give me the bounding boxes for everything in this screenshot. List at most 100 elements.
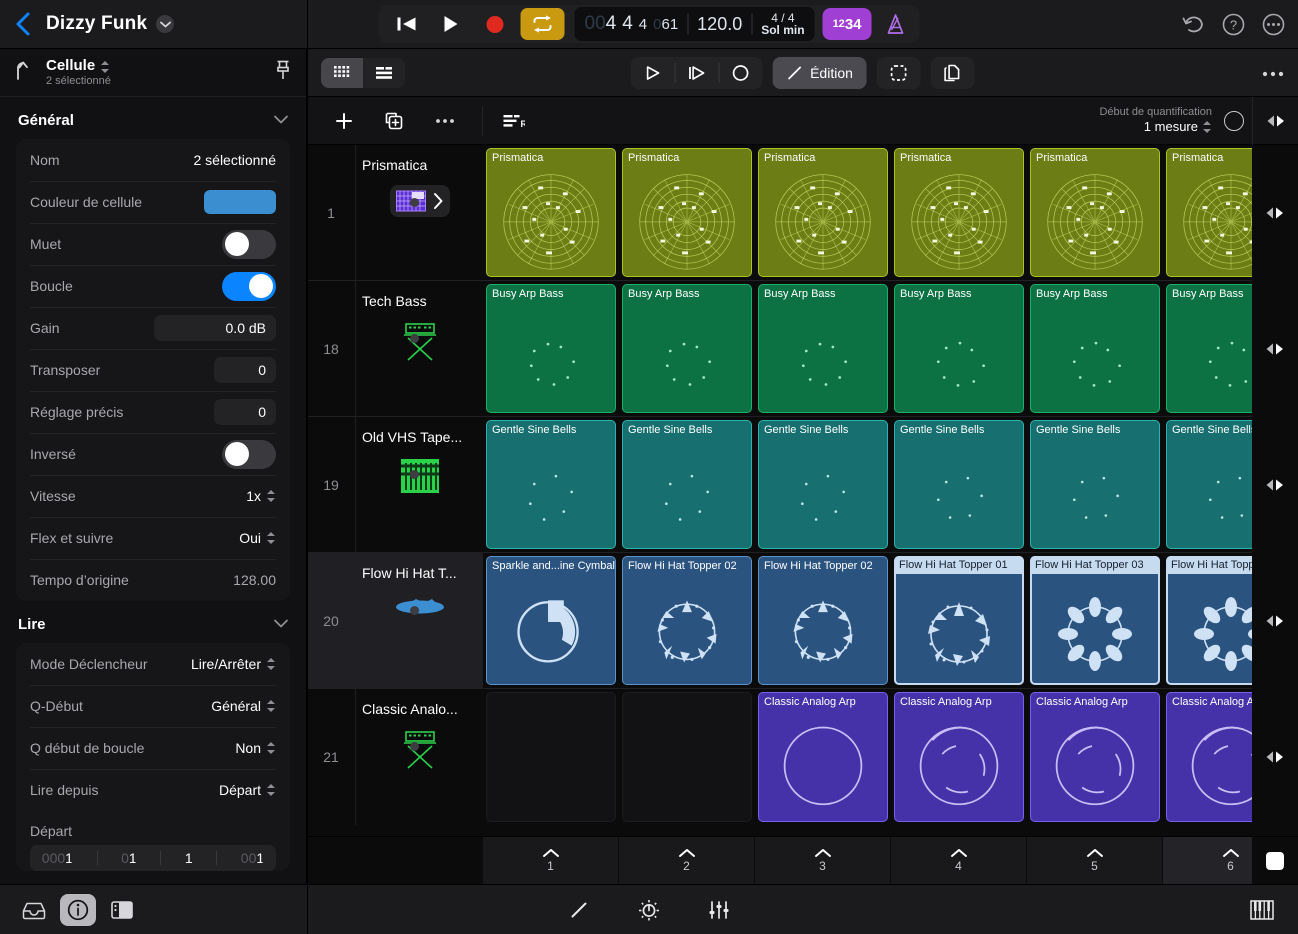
cell[interactable]: Flow Hi Hat Topper 02: [619, 553, 755, 688]
cell[interactable]: Prismatica: [619, 145, 755, 280]
track-header[interactable]: Old VHS Tape...: [355, 417, 483, 552]
cell[interactable]: Flow Hi Hat Topper 03: [1027, 553, 1163, 688]
cell[interactable]: Prismatica: [483, 145, 619, 280]
list-view-icon[interactable]: [363, 58, 405, 88]
row-play-stop-button[interactable]: [1252, 145, 1298, 281]
row-play-stop-button[interactable]: [1252, 417, 1298, 553]
field-transposer[interactable]: 0: [214, 357, 276, 383]
count-in-button[interactable]: 1234: [823, 8, 872, 40]
track-row[interactable]: 18 Tech Bass: [307, 281, 1252, 417]
cell[interactable]: Gentle Sine Bells: [1027, 417, 1163, 552]
cell[interactable]: Gentle Sine Bells: [755, 417, 891, 552]
record-circle-icon[interactable]: [1224, 111, 1244, 131]
section-header-lire[interactable]: Lire: [0, 601, 306, 643]
cell[interactable]: Classic Analog Arp: [1027, 689, 1163, 825]
cell[interactable]: Prismatica: [891, 145, 1027, 280]
row-boucle[interactable]: Boucle: [16, 265, 290, 307]
scene-button[interactable]: 1: [483, 837, 619, 884]
toggle-muet[interactable]: [222, 230, 276, 259]
toggle-boucle[interactable]: [222, 272, 276, 301]
cell[interactable]: Flow Hi Hat Topper 02: [755, 553, 891, 688]
cell-color-swatch[interactable]: [204, 190, 276, 214]
section-header-general[interactable]: Général: [0, 97, 306, 139]
row-muet[interactable]: Muet: [16, 223, 290, 265]
scene-button[interactable]: 3: [755, 837, 891, 884]
row-gain[interactable]: Gain 0.0 dB: [16, 307, 290, 349]
field-gain[interactable]: 0.0 dB: [154, 315, 276, 341]
row-reglage-precis[interactable]: Réglage précis 0: [16, 391, 290, 433]
more-options-icon[interactable]: [1258, 9, 1288, 39]
cell[interactable]: Sparkle and...ine Cymbal: [483, 553, 619, 688]
toggle-inverse[interactable]: [222, 440, 276, 469]
metronome-button[interactable]: [878, 8, 914, 40]
undo-icon[interactable]: [1178, 9, 1208, 39]
stepper-qboucle-icon[interactable]: [267, 741, 276, 755]
cell[interactable]: Prismatica: [1027, 145, 1163, 280]
info-inspector-icon[interactable]: [60, 894, 96, 926]
row-vitesse[interactable]: Vitesse 1x: [16, 475, 290, 517]
scene-button[interactable]: 6: [1163, 837, 1252, 884]
cycle-button[interactable]: [521, 8, 565, 40]
cell[interactable]: Prismatica: [755, 145, 891, 280]
track-header[interactable]: Tech Bass: [355, 281, 483, 416]
cell[interactable]: Classic Analog Arp: [891, 689, 1027, 825]
cell[interactable]: Classic Analog Ar: [1163, 689, 1252, 825]
play-stop-icon[interactable]: [1252, 97, 1298, 145]
library-icon[interactable]: [16, 894, 52, 926]
cell[interactable]: Busy Arp Bass: [755, 281, 891, 416]
row-flex-et-suivre[interactable]: Flex et suivre Oui: [16, 517, 290, 559]
pane-more-options-icon[interactable]: [1262, 64, 1284, 82]
stepper-flex-icon[interactable]: [267, 531, 276, 545]
play-button[interactable]: [429, 8, 473, 40]
row-lire-depuis[interactable]: Lire depuis Départ: [16, 769, 290, 811]
record-row-icon[interactable]: R: [499, 106, 529, 136]
cell[interactable]: Busy Arp Bass: [619, 281, 755, 416]
chevron-down-icon[interactable]: [274, 615, 288, 633]
help-icon[interactable]: ?: [1218, 9, 1248, 39]
rewind-button[interactable]: [385, 8, 429, 40]
edit-mode-button[interactable]: Édition: [772, 57, 867, 89]
track-row[interactable]: 21 Classic Analo...: [307, 689, 1252, 825]
row-q-debut-de-boucle[interactable]: Q début de boucle Non: [16, 727, 290, 769]
marquee-select-icon[interactable]: [877, 57, 921, 89]
track-header[interactable]: Classic Analo...: [355, 689, 483, 825]
stepper-qdebut-icon[interactable]: [267, 699, 276, 713]
record-button[interactable]: [473, 8, 517, 40]
stepper-vitesse-icon[interactable]: [267, 489, 276, 503]
play-all-icon[interactable]: [630, 57, 674, 89]
cell[interactable]: [483, 689, 619, 825]
field-depart-position[interactable]: 0001 01 1 001: [30, 845, 276, 871]
cell[interactable]: Busy Arp Bass: [1027, 281, 1163, 416]
scene-button[interactable]: 4: [891, 837, 1027, 884]
cell[interactable]: Gentle Sine Bells: [1163, 417, 1252, 552]
cell[interactable]: Flow Hi Hat Toppe: [1163, 553, 1252, 688]
field-reglage-precis[interactable]: 0: [214, 399, 276, 425]
track-row[interactable]: 1 Prismatica: [307, 145, 1252, 281]
quantize-start-control[interactable]: Début de quantification 1 mesure: [1099, 106, 1212, 136]
cell[interactable]: Prismatica: [1163, 145, 1252, 280]
row-play-stop-button[interactable]: [1252, 553, 1298, 689]
inspector-scroll[interactable]: Général Nom 2 sélectionné Couleur de cel…: [0, 97, 306, 884]
cell[interactable]: [619, 689, 755, 825]
row-mode-declencheur[interactable]: Mode Déclencheur Lire/Arrêter: [16, 643, 290, 685]
empty-cell[interactable]: [622, 692, 752, 822]
cell[interactable]: Busy Arp Bass: [1163, 281, 1252, 416]
cell[interactable]: Gentle Sine Bells: [619, 417, 755, 552]
row-transposer[interactable]: Transposer 0: [16, 349, 290, 391]
keyboard-icon[interactable]: [1244, 894, 1280, 926]
sidebar-toggle-icon[interactable]: [104, 894, 140, 926]
row-couleur-de-cellule[interactable]: Couleur de cellule: [16, 181, 290, 223]
quantize-stepper-icon[interactable]: [1203, 120, 1212, 134]
plus-icon[interactable]: [329, 106, 359, 136]
scene-button[interactable]: 5: [1027, 837, 1163, 884]
track-header[interactable]: Flow Hi Hat T...: [355, 553, 483, 688]
diamond-stepper-icon[interactable]: [101, 60, 110, 74]
add-cell-icon[interactable]: [379, 106, 409, 136]
stop-all-scenes[interactable]: [1252, 837, 1298, 884]
mixer-icon[interactable]: [701, 894, 737, 926]
automation-icon[interactable]: [631, 894, 667, 926]
duplicate-icon[interactable]: [931, 57, 975, 89]
project-title-group[interactable]: Dizzy Funk: [46, 13, 174, 35]
cell[interactable]: Classic Analog Arp: [755, 689, 891, 825]
stop-circle-icon[interactable]: [718, 57, 762, 89]
